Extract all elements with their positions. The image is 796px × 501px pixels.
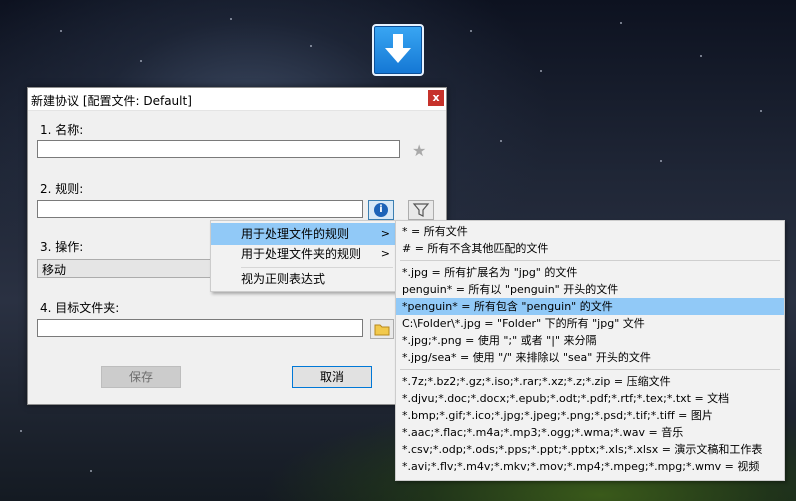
name-label: 1. 名称: [40,123,84,137]
submenu-item[interactable]: *.avi;*.flv;*.m4v;*.mkv;*.mov;*.mp4;*.mp… [396,458,784,475]
star-icon[interactable]: ★ [412,141,426,160]
submenu-separator [400,369,780,370]
submenu-item[interactable]: # = 所有不含其他匹配的文件 [396,240,784,257]
submenu-item[interactable]: * = 所有文件 [396,223,784,240]
submenu-item[interactable]: *.jpg = 所有扩展名为 "jpg" 的文件 [396,264,784,281]
info-icon: i [374,203,388,217]
dialog-titlebar[interactable]: 新建协议 [配置文件: Default] x [28,88,446,111]
chevron-right-icon: > [380,247,390,260]
submenu-item-highlighted[interactable]: *penguin* = 所有包含 "penguin" 的文件 [396,298,784,315]
menu-item-regex[interactable]: 视为正则表达式 [211,268,397,290]
action-select[interactable]: 移动 [37,259,211,278]
target-folder-input[interactable] [37,319,363,337]
dialog-title: 新建协议 [配置文件: Default] [31,94,192,108]
rule-info-button[interactable]: i [368,200,394,220]
rule-label: 2. 规则: [40,182,84,196]
submenu-item[interactable]: *.bmp;*.gif;*.ico;*.jpg;*.jpeg;*.png;*.p… [396,407,784,424]
submenu-item[interactable]: *.jpg;*.png = 使用 ";" 或者 "|" 来分隔 [396,332,784,349]
submenu-item[interactable]: C:\Folder\*.jpg = "Folder" 下的所有 "jpg" 文件 [396,315,784,332]
file-rules-submenu: * = 所有文件 # = 所有不含其他匹配的文件 *.jpg = 所有扩展名为 … [395,220,785,481]
submenu-item[interactable]: *.7z;*.bz2;*.gz;*.iso;*.rar;*.xz;*.z;*.z… [396,373,784,390]
desktop-download-icon[interactable] [372,24,424,76]
download-arrow-icon [385,34,411,63]
menu-item-label: 视为正则表达式 [241,272,326,286]
target-folder-label: 4. 目标文件夹: [40,301,120,315]
menu-item-label: 用于处理文件的规则 [241,227,350,241]
menu-item-label: 用于处理文件夹的规则 [241,247,362,261]
save-button[interactable]: 保存 [101,366,181,388]
submenu-item[interactable]: *.djvu;*.doc;*.docx;*.epub;*.odt;*.pdf;*… [396,390,784,407]
folder-icon [374,324,390,336]
submenu-item[interactable]: *.aac;*.flac;*.m4a;*.mp3;*.ogg;*.wma;*.w… [396,424,784,441]
browse-folder-button[interactable] [370,319,394,339]
action-label: 3. 操作: [40,240,84,254]
close-button[interactable]: x [428,90,444,106]
name-input[interactable] [37,140,400,158]
funnel-icon [412,203,430,217]
menu-item-file-rules[interactable]: 用于处理文件的规则 > [211,223,397,245]
chevron-right-icon: > [380,227,390,240]
submenu-item[interactable]: penguin* = 所有以 "penguin" 开头的文件 [396,281,784,298]
menu-item-folder-rules[interactable]: 用于处理文件夹的规则 > [211,243,397,265]
rule-context-menu: 用于处理文件的规则 > 用于处理文件夹的规则 > 视为正则表达式 [210,220,398,292]
submenu-item[interactable]: *.csv;*.odp;*.ods;*.pps;*.ppt;*.pptx;*.x… [396,441,784,458]
rule-filter-button[interactable] [408,200,434,220]
rule-input[interactable] [37,200,363,218]
cancel-button[interactable]: 取消 [292,366,372,388]
submenu-item[interactable]: *.jpg/sea* = 使用 "/" 来排除以 "sea" 开头的文件 [396,349,784,366]
submenu-separator [400,260,780,261]
